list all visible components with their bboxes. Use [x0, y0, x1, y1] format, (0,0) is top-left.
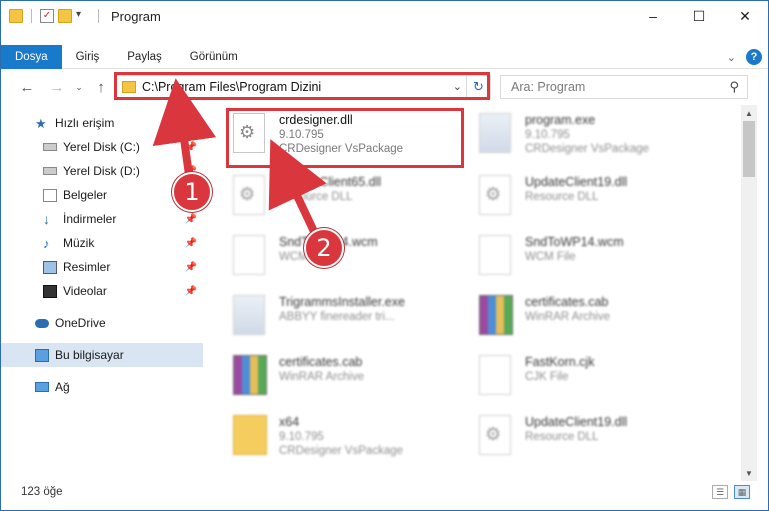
- recent-locations-icon[interactable]: ⌄: [69, 77, 89, 97]
- file-icon: [233, 235, 271, 279]
- file-item[interactable]: UpdateClient19.dll Resource DLL: [469, 409, 709, 465]
- cloud-icon: [35, 318, 49, 328]
- folder-icon: [9, 9, 23, 23]
- sidebar-item-videos[interactable]: Videolar 📌: [1, 279, 203, 303]
- ribbon-tabs: Dosya Giriş Paylaş Görünüm ⌄ ?: [1, 44, 768, 69]
- dll-icon: [233, 175, 271, 219]
- forward-icon[interactable]: →: [47, 77, 67, 97]
- navigation-pane: ★ Hızlı erişim Yerel Disk (C:) 📌 Yerel D…: [1, 109, 205, 465]
- scroll-up-icon[interactable]: ▲: [741, 105, 757, 121]
- file-item[interactable]: UpdateClient65.dll Resource DLL: [223, 169, 463, 227]
- file-icon: [479, 235, 517, 279]
- item-count: 123 öğe: [21, 486, 63, 498]
- properties-icon[interactable]: ✓: [40, 9, 54, 23]
- quick-access-toolbar: ✓ ▾: [9, 9, 103, 23]
- file-item[interactable]: SndToWP14.wcm WCM File: [469, 229, 709, 287]
- window-title: Program: [111, 8, 161, 24]
- zip-folder-icon: [233, 415, 271, 459]
- dll-icon: [479, 415, 517, 459]
- step-1-badge: 1: [172, 172, 212, 212]
- details-view-icon[interactable]: ☰: [712, 485, 728, 499]
- pin-icon[interactable]: 📌: [185, 262, 197, 273]
- tab-home[interactable]: Giriş: [62, 45, 114, 69]
- drive-icon: [43, 167, 57, 175]
- sidebar-item-downloads[interactable]: ↓ İndirmeler 📌: [1, 207, 203, 231]
- documents-icon: [43, 188, 57, 202]
- status-bar: 123 öğe ☰ ▦: [1, 481, 768, 503]
- tab-file[interactable]: Dosya: [1, 44, 62, 69]
- sidebar-item-drive-d[interactable]: Yerel Disk (D:) 📌: [1, 159, 203, 183]
- sidebar-item-onedrive[interactable]: OneDrive: [1, 311, 203, 335]
- pin-icon[interactable]: 📌: [185, 286, 197, 297]
- new-folder-icon[interactable]: [58, 9, 72, 23]
- address-bar-highlight: [114, 72, 490, 100]
- maximize-button[interactable]: ☐: [676, 1, 722, 31]
- file-item[interactable]: FastKorn.cjk CJK File: [469, 349, 709, 407]
- tab-share[interactable]: Paylaş: [113, 45, 176, 69]
- tab-view[interactable]: Görünüm: [176, 45, 252, 69]
- sidebar-item-drive-c[interactable]: Yerel Disk (C:) 📌: [1, 135, 203, 159]
- video-icon: [43, 284, 57, 298]
- drive-icon: [43, 143, 57, 151]
- search-icon: ⚲: [729, 79, 739, 94]
- star-icon: ★: [35, 115, 47, 131]
- window-controls: – ☐ ✕: [630, 1, 768, 31]
- computer-icon: [35, 348, 49, 362]
- exe-icon: [479, 113, 517, 157]
- exe-icon: [233, 295, 271, 339]
- up-icon[interactable]: ↑: [91, 77, 111, 97]
- rar-icon: [233, 355, 271, 399]
- search-placeholder: Ara: Program: [511, 80, 586, 94]
- close-button[interactable]: ✕: [722, 1, 768, 31]
- file-item[interactable]: certificates.cab WinRAR Archive: [469, 289, 709, 347]
- file-item[interactable]: UpdateClient19.dll Resource DLL: [469, 169, 709, 227]
- pin-icon[interactable]: 📌: [185, 142, 197, 153]
- pin-icon[interactable]: 📌: [185, 214, 197, 225]
- dll-icon: [479, 175, 517, 219]
- expand-ribbon-icon[interactable]: ⌄: [727, 51, 736, 64]
- file-item[interactable]: x64 9.10.795 CRDesigner VsPackage: [223, 409, 463, 465]
- sidebar-item-pictures[interactable]: Resimler 📌: [1, 255, 203, 279]
- step-2-badge: 2: [304, 228, 344, 268]
- file-icon: [479, 355, 517, 399]
- back-icon[interactable]: ←: [17, 77, 37, 97]
- customize-toolbar-icon[interactable]: ▾: [76, 9, 90, 23]
- vertical-scrollbar[interactable]: ▲ ▼: [741, 105, 757, 481]
- minimize-button[interactable]: –: [630, 1, 676, 31]
- sidebar-item-music[interactable]: ♪ Müzik 📌: [1, 231, 203, 255]
- pin-icon[interactable]: 📌: [185, 238, 197, 249]
- file-item[interactable]: certificates.cab WinRAR Archive: [223, 349, 463, 407]
- download-icon: ↓: [43, 210, 50, 227]
- file-highlight: [226, 108, 464, 168]
- pictures-icon: [43, 260, 57, 274]
- help-icon[interactable]: ?: [746, 49, 762, 65]
- network-icon: [35, 382, 49, 392]
- file-item[interactable]: TrigrammsInstaller.exe ABBYY finereader …: [223, 289, 463, 347]
- file-item[interactable]: program.exe 9.10.795 CRDesigner VsPackag…: [469, 107, 709, 165]
- sidebar-item-quick-access[interactable]: ★ Hızlı erişim: [1, 111, 203, 135]
- file-item[interactable]: SndToWP14.wcm WCM File: [223, 229, 463, 287]
- title-bar: ✓ ▾ Program – ☐ ✕: [1, 1, 768, 31]
- search-input[interactable]: Ara: Program ⚲: [500, 75, 748, 99]
- music-icon: ♪: [43, 235, 50, 251]
- tiles-view-icon[interactable]: ▦: [734, 485, 750, 499]
- scroll-thumb[interactable]: [743, 121, 755, 177]
- scroll-down-icon[interactable]: ▼: [741, 465, 757, 481]
- sidebar-item-this-pc[interactable]: Bu bilgisayar: [1, 343, 203, 367]
- rar-icon: [479, 295, 517, 339]
- sidebar-item-network[interactable]: Ağ: [1, 375, 203, 399]
